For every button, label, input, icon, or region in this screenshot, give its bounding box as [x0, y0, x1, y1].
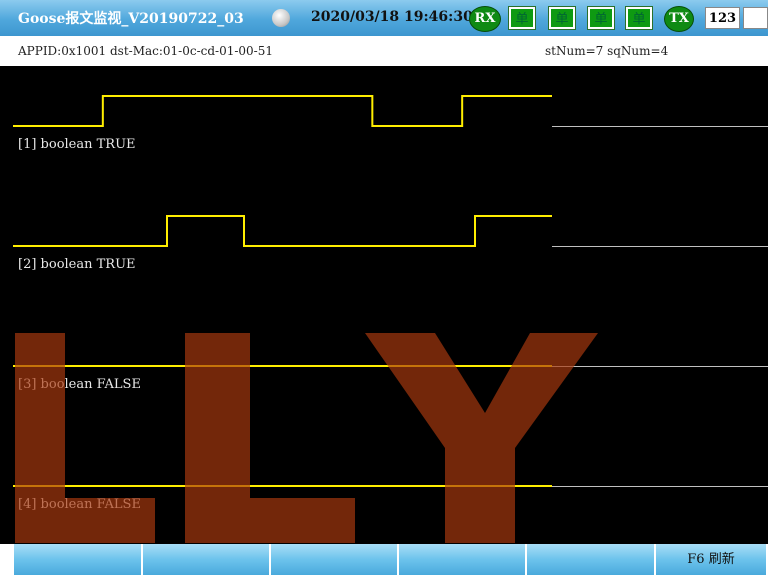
- mode-button-4[interactable]: 单: [625, 6, 653, 30]
- function-key-3[interactable]: [271, 544, 399, 575]
- channel-2-waveform: [13, 215, 552, 247]
- tx-indicator: TX: [664, 6, 694, 32]
- function-key-refresh[interactable]: F6 刷新: [656, 544, 768, 575]
- st-sq-numbers: stNum=7 sqNum=4: [545, 44, 669, 58]
- function-key-2[interactable]: [143, 544, 271, 575]
- channel-1-waveform: [13, 95, 552, 127]
- channel-3-label: [3] boolean FALSE: [18, 377, 141, 392]
- rx-indicator: RX: [469, 6, 501, 32]
- channel-2-label: [2] boolean TRUE: [18, 257, 136, 272]
- function-key-bar: F6 刷新: [0, 544, 768, 575]
- blank-field[interactable]: [743, 7, 768, 29]
- channel-4-label: [4] boolean FALSE: [18, 497, 141, 512]
- function-key-4[interactable]: [399, 544, 527, 575]
- mode-button-2[interactable]: 单: [548, 6, 576, 30]
- counter-field[interactable]: 123: [705, 7, 740, 29]
- info-bar: APPID:0x1001 dst-Mac:01-0c-cd-01-00-51 s…: [0, 36, 768, 66]
- datetime: 2020/03/18 19:46:30: [311, 9, 473, 25]
- app-title: Goose报文监视_V20190722_03: [18, 11, 244, 27]
- mode-button-1[interactable]: 单: [508, 6, 536, 30]
- function-key-1[interactable]: [14, 544, 143, 575]
- appid-mac: APPID:0x1001 dst-Mac:01-0c-cd-01-00-51: [18, 44, 274, 58]
- channel-1-label: [1] boolean TRUE: [18, 137, 136, 152]
- status-led-icon: [272, 9, 290, 27]
- waveform-panel: [1] boolean TRUE [2] boolean TRUE [3] bo…: [0, 66, 768, 544]
- mode-button-3[interactable]: 单: [587, 6, 615, 30]
- function-key-5[interactable]: [527, 544, 656, 575]
- title-bar: Goose报文监视_V20190722_03 2020/03/18 19:46:…: [0, 0, 768, 36]
